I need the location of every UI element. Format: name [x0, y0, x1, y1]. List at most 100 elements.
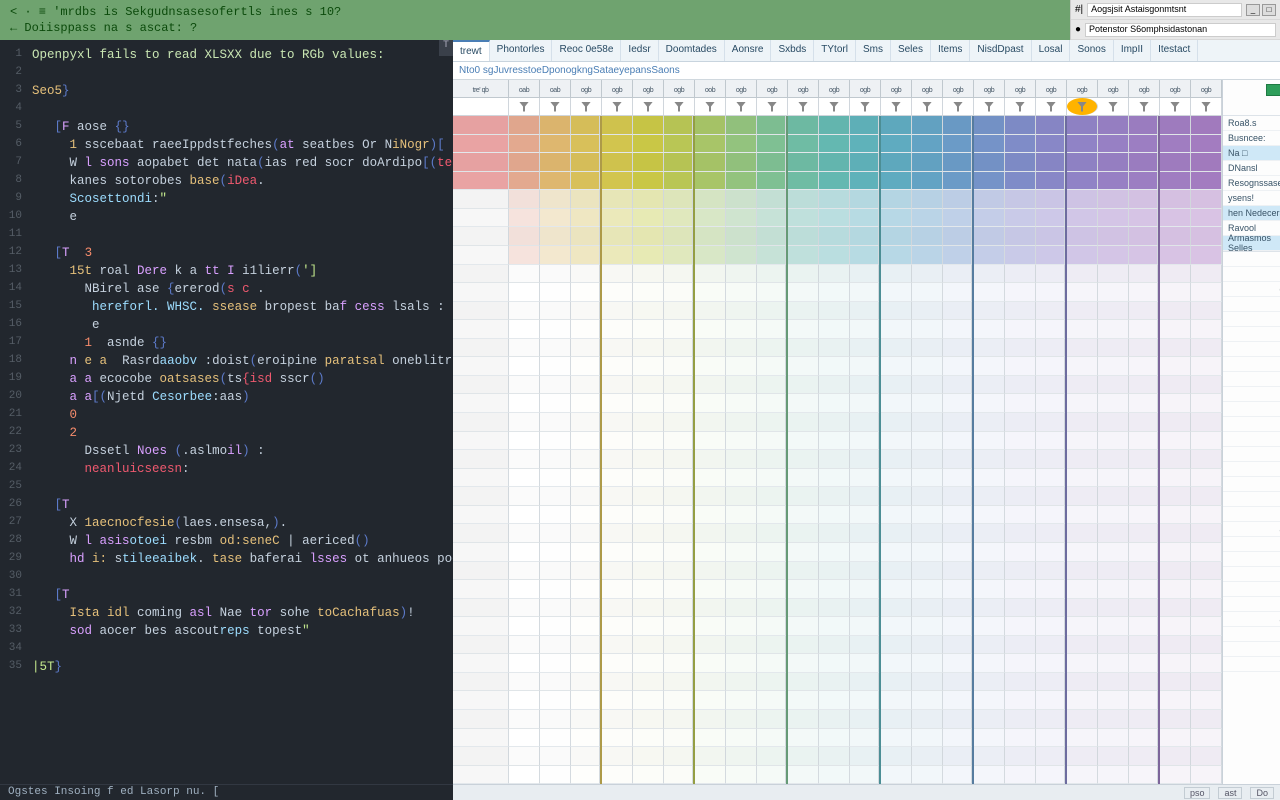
cell[interactable] — [850, 654, 879, 673]
cell[interactable] — [819, 357, 850, 376]
cell[interactable] — [633, 116, 664, 135]
cell[interactable] — [757, 636, 786, 655]
cell[interactable] — [695, 357, 726, 376]
cell[interactable] — [726, 450, 757, 469]
cell[interactable] — [1067, 246, 1098, 265]
column-header[interactable]: ogb — [571, 80, 602, 97]
cell[interactable] — [540, 524, 571, 543]
cell[interactable] — [664, 320, 693, 339]
cell[interactable] — [788, 320, 819, 339]
cell[interactable] — [974, 394, 1005, 413]
cell[interactable] — [633, 747, 664, 766]
cell[interactable] — [726, 227, 757, 246]
cell[interactable] — [1129, 562, 1158, 581]
cell[interactable] — [540, 246, 571, 265]
cell[interactable] — [850, 710, 879, 729]
cell[interactable] — [1098, 357, 1129, 376]
cell[interactable] — [571, 227, 600, 246]
cell[interactable] — [1067, 339, 1098, 358]
cell[interactable] — [1005, 450, 1036, 469]
cell[interactable] — [509, 506, 540, 525]
cell[interactable] — [912, 524, 943, 543]
cell[interactable] — [788, 710, 819, 729]
cell[interactable] — [453, 469, 509, 488]
cell[interactable] — [1160, 190, 1191, 209]
cell[interactable] — [509, 339, 540, 358]
cell[interactable] — [664, 246, 693, 265]
cell[interactable] — [819, 766, 850, 784]
cell[interactable] — [974, 432, 1005, 451]
cell[interactable] — [571, 729, 600, 748]
cell[interactable] — [509, 209, 540, 228]
cell[interactable] — [819, 413, 850, 432]
cell[interactable] — [1098, 654, 1129, 673]
cell[interactable] — [1129, 691, 1158, 710]
cell[interactable] — [571, 172, 600, 191]
ribbon-tab[interactable]: trewt — [453, 40, 490, 61]
cell[interactable] — [1098, 320, 1129, 339]
cell[interactable] — [881, 673, 912, 692]
cell[interactable] — [1129, 766, 1158, 784]
cell[interactable] — [1067, 153, 1098, 172]
cell[interactable] — [540, 617, 571, 636]
cell[interactable] — [453, 302, 509, 321]
cell[interactable] — [1160, 599, 1191, 618]
cell[interactable] — [664, 654, 693, 673]
cell[interactable] — [633, 153, 664, 172]
cell[interactable] — [1005, 673, 1036, 692]
cell[interactable] — [1005, 636, 1036, 655]
cell[interactable] — [912, 450, 943, 469]
cell[interactable] — [1005, 617, 1036, 636]
cell[interactable] — [509, 487, 540, 506]
cell[interactable] — [602, 543, 633, 562]
cell[interactable] — [819, 153, 850, 172]
cell[interactable] — [726, 265, 757, 284]
cell[interactable] — [757, 432, 786, 451]
cell[interactable] — [1191, 135, 1222, 154]
cell[interactable] — [850, 320, 879, 339]
cell[interactable] — [912, 673, 943, 692]
cell[interactable] — [912, 172, 943, 191]
cell[interactable] — [974, 339, 1005, 358]
cell[interactable] — [633, 580, 664, 599]
cell[interactable] — [695, 636, 726, 655]
cell[interactable] — [788, 302, 819, 321]
cell[interactable] — [664, 190, 693, 209]
cell[interactable] — [664, 617, 693, 636]
cell[interactable] — [1129, 617, 1158, 636]
cell[interactable] — [1098, 172, 1129, 191]
cell[interactable] — [912, 265, 943, 284]
cell[interactable] — [664, 729, 693, 748]
cell[interactable] — [1129, 172, 1158, 191]
cell[interactable] — [1098, 617, 1129, 636]
cell[interactable] — [540, 432, 571, 451]
cell[interactable] — [726, 766, 757, 784]
cell[interactable] — [509, 673, 540, 692]
cell[interactable] — [664, 209, 693, 228]
cell[interactable] — [850, 116, 879, 135]
cell[interactable] — [1191, 469, 1222, 488]
cell[interactable] — [1067, 172, 1098, 191]
cell[interactable] — [540, 710, 571, 729]
cell[interactable] — [726, 524, 757, 543]
cell[interactable] — [695, 747, 726, 766]
cell[interactable] — [1036, 227, 1065, 246]
cell[interactable] — [602, 710, 633, 729]
cell[interactable] — [1005, 691, 1036, 710]
cell[interactable] — [664, 432, 693, 451]
cell[interactable] — [540, 302, 571, 321]
cell[interactable] — [571, 135, 600, 154]
cell[interactable] — [850, 580, 879, 599]
cell[interactable] — [1067, 450, 1098, 469]
cell[interactable] — [1160, 432, 1191, 451]
cell[interactable] — [695, 543, 726, 562]
cell[interactable] — [453, 394, 509, 413]
cell[interactable] — [602, 302, 633, 321]
cell[interactable] — [850, 246, 879, 265]
cell[interactable] — [943, 506, 972, 525]
cell[interactable] — [509, 320, 540, 339]
panel-section[interactable]: Na □ — [1223, 146, 1280, 161]
cell[interactable] — [943, 246, 972, 265]
column-header[interactable]: ogb — [602, 80, 633, 97]
cell[interactable] — [943, 487, 972, 506]
